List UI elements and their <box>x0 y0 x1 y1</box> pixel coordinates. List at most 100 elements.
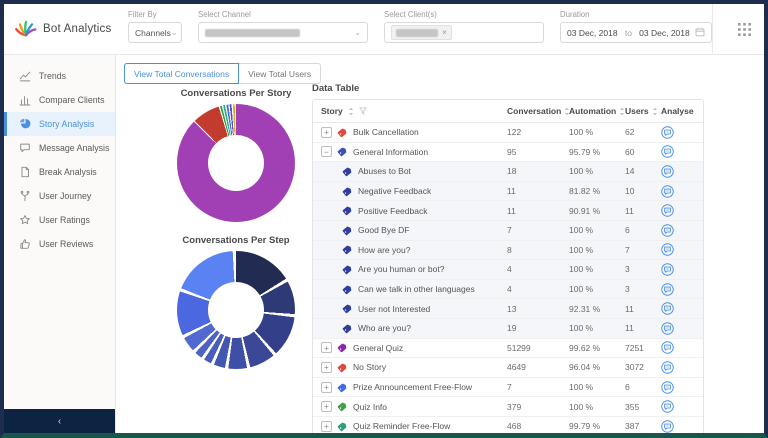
analyse-chat-icon[interactable] <box>661 185 674 198</box>
conversation-value: 11 <box>507 206 569 216</box>
table-row-how-are-you: How are you?8100 %7 <box>313 241 703 261</box>
sidebar-item-user-ratings[interactable]: User Ratings <box>4 208 115 232</box>
tab-view-total-users[interactable]: View Total Users <box>238 63 321 84</box>
expand-toggle-icon[interactable]: + <box>321 401 332 412</box>
analyse-chat-icon[interactable] <box>661 283 674 296</box>
story-name: Who are you? <box>358 323 411 333</box>
sidebar-item-user-reviews[interactable]: User Reviews <box>4 232 115 256</box>
tab-view-total-conversations[interactable]: View Total Conversations <box>124 63 239 84</box>
conversation-value: 7 <box>507 382 569 392</box>
analyse-chat-icon[interactable] <box>661 381 674 394</box>
tag-icon <box>342 166 353 177</box>
analyse-chat-icon[interactable] <box>661 420 674 433</box>
select-clients-group: Select Client(s) × <box>384 10 544 54</box>
channel-select[interactable]: ⌄ <box>198 22 368 43</box>
thumbs-up-icon <box>19 238 31 250</box>
users-value: 7251 <box>625 343 661 353</box>
story-donut-chart[interactable] <box>177 104 295 222</box>
column-header-analyse: Analyse <box>661 106 703 116</box>
analyse-chat-icon[interactable] <box>661 126 674 139</box>
users-value: 3 <box>625 264 661 274</box>
expand-toggle-icon[interactable]: + <box>321 342 332 353</box>
star-icon <box>19 214 31 226</box>
expand-toggle-icon[interactable]: + <box>321 127 332 138</box>
tag-icon <box>342 303 353 314</box>
sidebar-item-trends[interactable]: Trends <box>4 64 115 88</box>
clients-select[interactable]: × <box>384 22 544 43</box>
sidebar-item-message-analysis[interactable]: Message Analysis <box>4 136 115 160</box>
table-header-row: StoryConversationAutomationUsersAnalyse <box>313 100 703 123</box>
story-name: Are you human or bot? <box>358 264 444 274</box>
automation-value: 100 % <box>569 166 625 176</box>
sidebar-item-label: Compare Clients <box>39 95 105 105</box>
step-donut-chart[interactable] <box>177 251 295 369</box>
sort-icon[interactable] <box>652 107 658 116</box>
analyse-chat-icon[interactable] <box>661 361 674 374</box>
automation-value: 99.62 % <box>569 343 625 353</box>
conversation-value: 19 <box>507 323 569 333</box>
story-name: Quiz Info <box>353 402 387 412</box>
table-body: +Bulk Cancellation122100 %62 − General Inf… <box>313 123 703 433</box>
story-name: Prize Announcement Free-Flow <box>353 382 472 392</box>
apps-grid-icon[interactable] <box>738 23 751 36</box>
journey-icon <box>19 190 31 202</box>
automation-value: 100 % <box>569 264 625 274</box>
column-header-story: Story <box>313 106 507 116</box>
sidebar-item-compare-clients[interactable]: Compare Clients <box>4 88 115 112</box>
filter-icon[interactable] <box>359 107 367 115</box>
bot-analytics-logo-icon <box>15 16 37 43</box>
story-chart-title: Conversations Per Story <box>181 88 292 99</box>
table-row-bulk-cancellation: +Bulk Cancellation122100 %62 <box>313 123 703 143</box>
conversation-value: 4 <box>507 284 569 294</box>
expand-toggle-icon[interactable]: + <box>321 421 332 432</box>
users-value: 11 <box>625 304 661 314</box>
users-value: 7 <box>625 245 661 255</box>
table-row-no-story: +No Story464996.04 %3072 <box>313 358 703 378</box>
analyse-chat-icon[interactable] <box>661 263 674 276</box>
table-row-quiz-info: +Quiz Info379100 %355 <box>313 397 703 417</box>
analyse-chat-icon[interactable] <box>661 400 674 413</box>
column-header-automation: Automation <box>569 106 625 116</box>
analyse-chat-icon[interactable] <box>661 243 674 256</box>
sidebar-item-break-analysis[interactable]: Break Analysis <box>4 160 115 184</box>
analyse-chat-icon[interactable] <box>661 224 674 237</box>
donut-hole <box>208 282 264 338</box>
expand-toggle-icon[interactable]: + <box>321 382 332 393</box>
sidebar-item-label: User Ratings <box>39 215 90 225</box>
users-value: 10 <box>625 186 661 196</box>
story-name: General Information <box>353 147 428 157</box>
column-header-users: Users <box>625 106 661 116</box>
expand-toggle-icon[interactable]: + <box>321 362 332 373</box>
story-name: Quiz Reminder Free-Flow <box>353 421 450 431</box>
automation-value: 100 % <box>569 225 625 235</box>
sidebar-nav: Trends Compare Clients Story AnalysisMessa… <box>4 55 115 256</box>
duration-picker[interactable]: 03 Dec, 2018 to 03 Dec, 2018 <box>560 22 712 43</box>
users-value: 6 <box>625 382 661 392</box>
select-channel-group: Select Channel ⌄ <box>198 10 368 54</box>
analyse-chat-icon[interactable] <box>661 322 674 335</box>
analyse-chat-icon[interactable] <box>661 165 674 178</box>
expand-toggle-icon[interactable]: − <box>321 146 332 157</box>
table-row-general-quiz: +General Quiz5129999.62 %7251 <box>313 339 703 359</box>
filter-by-select[interactable]: Channels ⌄ <box>128 22 182 43</box>
analyse-chat-icon[interactable] <box>661 341 674 354</box>
brand: Bot Analytics <box>4 4 116 54</box>
donut-hole <box>208 135 264 191</box>
automation-value: 95.79 % <box>569 147 625 157</box>
story-name: No Story <box>353 362 386 372</box>
remove-client-icon[interactable]: × <box>442 28 447 37</box>
table-row-can-we-talk-in-other-languages: Can we talk in other languages4100 %3 <box>313 280 703 300</box>
analyse-chat-icon[interactable] <box>661 204 674 217</box>
automation-value: 100 % <box>569 402 625 412</box>
sidebar-item-user-journey[interactable]: User Journey <box>4 184 115 208</box>
analyse-chat-icon[interactable] <box>661 145 674 158</box>
table-row-good-bye-df: Good Bye DF7100 %6 <box>313 221 703 241</box>
sort-icon[interactable] <box>348 107 354 116</box>
sidebar-item-story-analysis[interactable]: Story Analysis <box>4 112 115 136</box>
chat-bubble-icon <box>19 142 31 154</box>
user-profile-icon[interactable] <box>764 21 768 37</box>
conversation-value: 95 <box>507 147 569 157</box>
sidebar-collapse-button[interactable]: ‹ <box>4 409 115 433</box>
analyse-chat-icon[interactable] <box>661 302 674 315</box>
app-window: Bot Analytics Filter By Channels ⌄ Selec… <box>0 0 768 438</box>
